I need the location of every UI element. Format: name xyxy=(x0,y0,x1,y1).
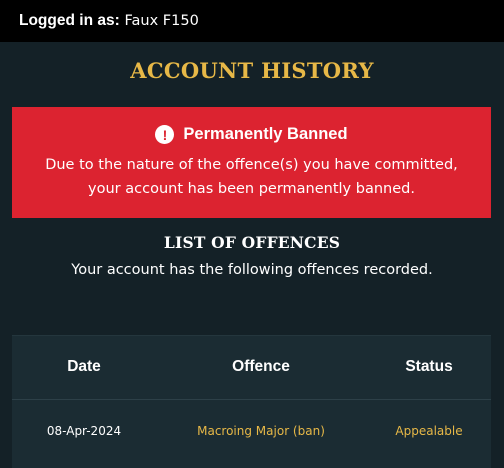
alert-message: Due to the nature of the offence(s) you … xyxy=(12,153,491,201)
offences-description: Your account has the following offences … xyxy=(71,262,433,278)
login-status: Logged in as: Faux F150 xyxy=(0,13,199,29)
exclamation-circle-icon: ! xyxy=(155,125,175,144)
alert-title: Permanently Banned xyxy=(183,125,348,143)
logged-in-label: Logged in as: xyxy=(19,12,120,30)
column-header-offence: Offence xyxy=(232,358,290,375)
page-title: ACCOUNT HISTORY xyxy=(130,58,374,83)
ban-alert: ! Permanently Banned Due to the nature o… xyxy=(12,107,491,218)
alert-message-line-2: your account has been permanently banned… xyxy=(88,181,415,197)
offence-name: Macroing Major (ban) xyxy=(197,424,325,438)
table-header: Date Offence Status xyxy=(12,336,491,400)
alert-message-line-1: Due to the nature of the offence(s) you … xyxy=(45,157,458,173)
username: Faux F150 xyxy=(124,13,199,30)
offence-date: 08-Apr-2024 xyxy=(46,424,122,438)
offences-table: Date Offence Status 08-Apr-2024 Macroing… xyxy=(12,335,491,468)
top-bar: Logged in as: Faux F150 xyxy=(0,0,504,42)
offences-heading: LIST OF OFFENCES xyxy=(163,233,341,252)
column-header-date: Date xyxy=(67,358,101,375)
offence-status: Appealable xyxy=(395,424,463,438)
alert-header: ! Permanently Banned xyxy=(12,125,491,144)
column-header-status: Status xyxy=(405,358,453,375)
